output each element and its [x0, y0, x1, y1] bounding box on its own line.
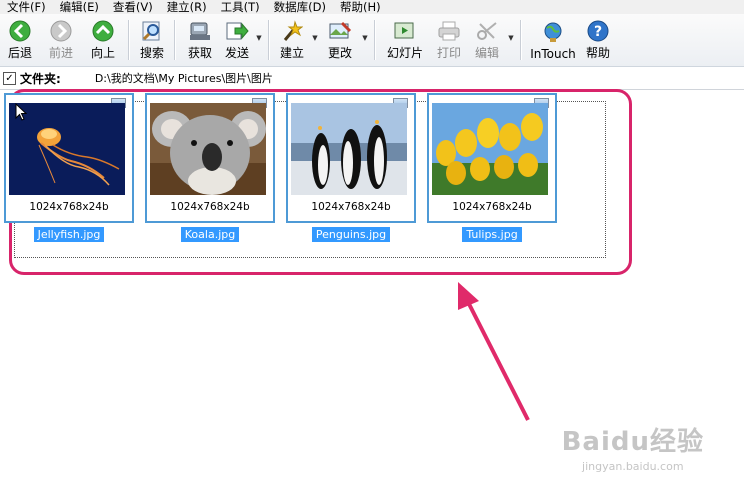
menu-file[interactable]: 文件(F)	[0, 0, 53, 14]
forward-button[interactable]: 前进	[40, 14, 82, 61]
toolbar-separator	[520, 20, 522, 60]
modify-label: 更改	[327, 46, 352, 60]
intouch-globe-icon	[540, 19, 566, 45]
watermark-sub: jingyan.baidu.com	[582, 460, 684, 473]
forward-label: 前进	[48, 46, 73, 60]
menu-create[interactable]: 建立(R)	[160, 0, 214, 14]
toolbar: 后退 前进 向上 搜索 获取 发送 ▼ 建立 ▼ 更改 ▼ 幻灯片 打印 编辑 …	[0, 14, 744, 67]
forward-arrow-icon	[48, 19, 74, 42]
folder-checkbox[interactable]: ✓	[3, 71, 16, 85]
folder-bar: ✓ 文件夹: D:\我的文档\My Pictures\图片\图片	[0, 67, 744, 90]
up-label: 向上	[90, 46, 115, 60]
folder-path[interactable]: D:\我的文档\My Pictures\图片\图片	[95, 70, 273, 86]
toolbar-separator	[128, 20, 130, 60]
back-button[interactable]: 后退	[0, 14, 40, 61]
slideshow-button[interactable]: 幻灯片	[380, 14, 430, 61]
toolbar-separator	[268, 20, 270, 60]
help-icon: ?	[585, 19, 611, 42]
intouch-button[interactable]: InTouch	[526, 14, 580, 61]
menu-view[interactable]: 查看(V)	[106, 0, 160, 14]
baidu-watermark: Baidu经验 jingyan.baidu.com	[562, 421, 704, 473]
up-button[interactable]: 向上	[82, 14, 124, 61]
edit-label: 编辑	[474, 46, 499, 60]
menu-bar: 文件(F) 编辑(E) 查看(V) 建立(R) 工具(T) 数据库(D) 帮助(…	[0, 0, 744, 14]
send-button[interactable]: 发送	[220, 14, 254, 61]
search-button[interactable]: 搜索	[134, 14, 170, 61]
magic-wand-icon	[279, 19, 305, 42]
back-label: 后退	[7, 46, 32, 60]
help-label: 帮助	[585, 46, 610, 60]
create-button[interactable]: 建立	[274, 14, 310, 61]
toolbar-separator	[374, 20, 376, 60]
acquire-button[interactable]: 获取	[180, 14, 220, 61]
acquire-label: 获取	[187, 46, 212, 60]
send-label: 发送	[224, 46, 249, 60]
watermark-main: Baidu经验	[561, 427, 704, 457]
send-icon	[224, 19, 250, 42]
modify-dropdown-arrow-icon[interactable]: ▼	[360, 14, 370, 61]
menu-help[interactable]: 帮助(H)	[333, 0, 388, 14]
slideshow-icon	[392, 19, 418, 42]
create-label: 建立	[279, 46, 304, 60]
edit-dropdown-arrow-icon[interactable]: ▼	[506, 14, 516, 61]
back-arrow-icon	[7, 19, 33, 42]
svg-text:?: ?	[594, 24, 602, 40]
create-dropdown-arrow-icon[interactable]: ▼	[310, 14, 320, 61]
folder-label: 文件夹:	[20, 71, 61, 86]
slideshow-label: 幻灯片	[386, 46, 423, 60]
modify-button[interactable]: 更改	[320, 14, 360, 61]
menu-edit[interactable]: 编辑(E)	[53, 0, 106, 14]
thumbnail-pane[interactable]: 1024x768x24b Jellyfish.jpg 1024x768x24b …	[0, 89, 744, 489]
toolbar-separator	[174, 20, 176, 60]
intouch-label: InTouch	[530, 47, 576, 61]
help-button[interactable]: ? 帮助	[580, 14, 616, 61]
search-icon	[139, 19, 165, 42]
search-label: 搜索	[139, 46, 164, 60]
scanner-icon	[187, 19, 213, 42]
edit-button[interactable]: 编辑	[468, 14, 506, 61]
send-dropdown-arrow-icon[interactable]: ▼	[254, 14, 264, 61]
up-arrow-icon	[90, 19, 116, 42]
edit-tools-icon	[474, 19, 500, 42]
image-edit-icon	[327, 19, 353, 42]
menu-tools[interactable]: 工具(T)	[214, 0, 267, 14]
print-label: 打印	[436, 46, 461, 60]
printer-icon	[436, 19, 462, 42]
print-button[interactable]: 打印	[430, 14, 468, 61]
menu-database[interactable]: 数据库(D)	[267, 0, 333, 14]
